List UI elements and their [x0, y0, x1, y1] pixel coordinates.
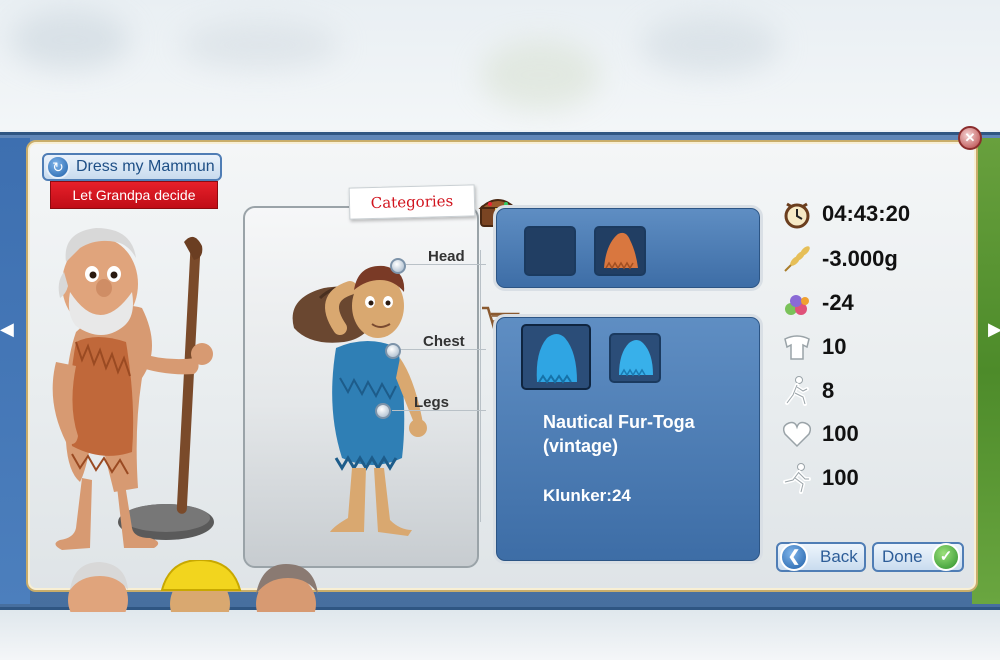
- grandpa-character: [52, 228, 214, 550]
- wheat-icon: [780, 243, 814, 275]
- stat-gold: -3.000g: [780, 243, 898, 275]
- back-arrow-icon: ❮: [780, 543, 808, 571]
- slot-dot-legs[interactable]: [375, 403, 391, 419]
- scroll-left-icon[interactable]: ◀: [0, 318, 14, 340]
- strength-value: 10: [822, 334, 847, 359]
- slot-label-head[interactable]: Head: [428, 248, 465, 265]
- item-name-line1: Nautical Fur-Toga: [543, 412, 695, 432]
- back-button[interactable]: ❮ Back: [776, 542, 866, 572]
- blue-fur-vest-icon: [619, 340, 653, 377]
- let-grandpa-decide-button[interactable]: Let Grandpa decide: [50, 181, 218, 209]
- stat-strength: 10: [780, 331, 846, 363]
- speed-value: 100: [822, 465, 859, 490]
- item-name: Nautical Fur-Toga (vintage): [543, 410, 753, 458]
- head-slot-fur-hat[interactable]: [594, 226, 646, 276]
- slot-bracket: [480, 250, 481, 522]
- stat-agility: 8: [780, 375, 834, 407]
- food-pile-icon: [780, 287, 814, 319]
- sprinter-icon: [780, 462, 814, 494]
- dress-my-mammun-label: Dress my Mammun: [76, 158, 215, 175]
- background-blur: [10, 10, 130, 70]
- timer-value: 04:43:20: [822, 201, 911, 226]
- item-name-line2: (vintage): [543, 436, 619, 456]
- close-icon[interactable]: ✕: [958, 126, 982, 150]
- background-blur: [180, 20, 340, 70]
- refresh-icon: ↻: [46, 155, 70, 179]
- food-value: -24: [822, 290, 854, 315]
- agility-value: 8: [822, 378, 835, 403]
- back-label: Back: [820, 547, 858, 566]
- gold-value: -3.000g: [822, 246, 898, 271]
- torso-icon: [780, 331, 814, 363]
- background-blur: [640, 15, 780, 75]
- head-slot-empty[interactable]: [524, 226, 576, 276]
- heart-icon: [780, 418, 814, 450]
- character-roster: [68, 560, 318, 612]
- done-label: Done: [882, 547, 923, 566]
- stat-food: -24: [780, 287, 854, 319]
- alarm-clock-icon: [780, 198, 814, 230]
- orange-fur-item-icon: [604, 232, 638, 270]
- health-value: 100: [822, 421, 859, 446]
- chest-slot-alt[interactable]: [609, 333, 661, 383]
- slot-dot-chest[interactable]: [385, 343, 401, 359]
- runner-icon: [780, 375, 814, 407]
- item-price: Klunker:24: [543, 486, 631, 505]
- categories-tab[interactable]: Categories: [348, 184, 476, 220]
- blue-fur-toga-icon: [536, 334, 577, 384]
- background-world-bottom: [0, 608, 1000, 660]
- background-blur: [480, 40, 600, 110]
- chest-slot-selected[interactable]: [521, 324, 591, 390]
- dress-my-mammun-button[interactable]: ↻ Dress my Mammun: [42, 153, 222, 181]
- stat-speed: 100: [780, 462, 859, 494]
- stat-timer: 04:43:20: [780, 198, 910, 230]
- check-icon: ✓: [932, 543, 960, 571]
- slot-dot-head[interactable]: [390, 258, 406, 274]
- scroll-right-icon[interactable]: ▶: [988, 318, 1000, 340]
- done-button[interactable]: Done ✓: [872, 542, 964, 572]
- stat-health: 100: [780, 418, 859, 450]
- slot-label-chest[interactable]: Chest: [423, 333, 465, 350]
- slot-label-legs[interactable]: Legs: [414, 394, 449, 411]
